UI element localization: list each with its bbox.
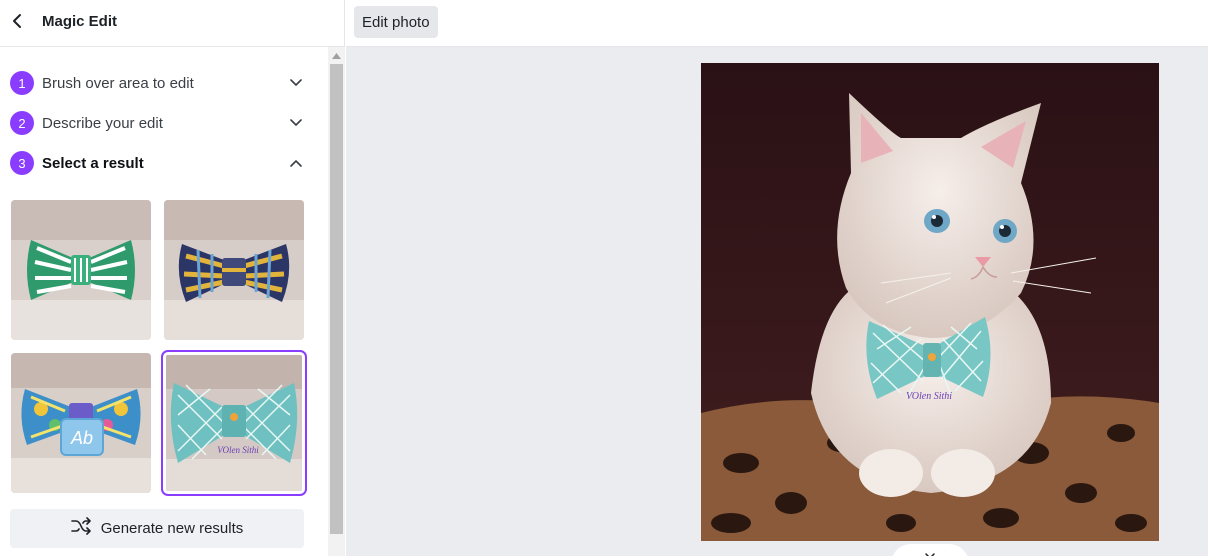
result-thumbnail-1[interactable] bbox=[11, 200, 151, 340]
chevron-down-icon bbox=[286, 113, 306, 133]
kitten-photo[interactable]: VOlen Sithi bbox=[701, 63, 1159, 541]
svg-text:VOlen Sithi: VOlen Sithi bbox=[906, 391, 952, 402]
chevron-up-icon bbox=[286, 153, 306, 173]
svg-text:Ab: Ab bbox=[70, 428, 93, 448]
step-number: 3 bbox=[10, 151, 34, 175]
editor-top-bar: Edit photo bbox=[346, 0, 1208, 47]
generate-button-label: Generate new results bbox=[100, 520, 244, 537]
panel-scrollbar[interactable] bbox=[328, 47, 345, 556]
result-thumbnail-3[interactable]: Ab bbox=[11, 353, 151, 493]
green-striped-bow-image bbox=[11, 200, 151, 340]
editor-canvas: VOlen Sithi bbox=[346, 47, 1208, 556]
step-label: Describe your edit bbox=[42, 114, 163, 132]
step-label: Brush over area to edit bbox=[42, 74, 194, 92]
chevron-down-icon bbox=[925, 547, 935, 556]
chevron-left-icon bbox=[10, 13, 24, 34]
step-brush[interactable]: 1 Brush over area to edit bbox=[10, 68, 310, 98]
plaid-bow-image bbox=[164, 200, 304, 340]
kitten-with-bow-image: VOlen Sithi bbox=[701, 63, 1159, 541]
step-select-result[interactable]: 3 Select a result bbox=[10, 148, 310, 178]
edit-photo-button[interactable]: Edit photo bbox=[354, 6, 438, 38]
panel-title: Magic Edit bbox=[42, 13, 118, 30]
step-number: 2 bbox=[10, 111, 34, 135]
panel-header: Magic Edit bbox=[0, 0, 345, 47]
magic-edit-panel: Magic Edit 1 Brush over area to edit 2 D… bbox=[0, 0, 345, 556]
back-button[interactable] bbox=[4, 10, 30, 36]
panel-scroll-area: 1 Brush over area to edit 2 Describe you… bbox=[0, 47, 328, 556]
result-thumbnail-2[interactable] bbox=[164, 200, 304, 340]
generate-new-results-button[interactable]: Generate new results bbox=[10, 509, 304, 548]
teal-diamond-bow-image: VOlen Sithi bbox=[166, 355, 302, 491]
chevron-down-icon bbox=[286, 73, 306, 93]
result-thumbnail-4[interactable]: VOlen Sithi bbox=[161, 350, 307, 496]
canvas-collapse-toggle[interactable] bbox=[891, 544, 969, 556]
svg-text:VOlen Sithi: VOlen Sithi bbox=[217, 445, 259, 455]
step-label: Select a result bbox=[42, 154, 144, 172]
scroll-up-arrow-icon[interactable] bbox=[328, 47, 345, 64]
step-describe[interactable]: 2 Describe your edit bbox=[10, 108, 310, 138]
shuffle-icon bbox=[70, 517, 91, 540]
scrollbar-thumb[interactable] bbox=[330, 64, 343, 534]
step-number: 1 bbox=[10, 71, 34, 95]
patterned-bow-image: Ab bbox=[11, 353, 151, 493]
